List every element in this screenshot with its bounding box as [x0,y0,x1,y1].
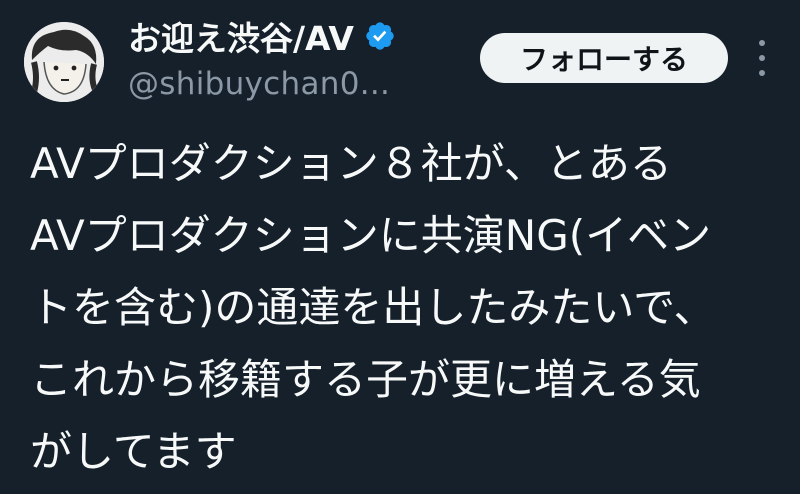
author-handle[interactable]: @shibuychan0... [128,66,390,102]
follow-button[interactable]: フォローする [480,33,728,83]
more-dot [759,70,765,76]
more-vertical-icon[interactable] [752,40,772,76]
tweet-line: AVプロダクション８社が、とある [30,139,672,188]
tweet-line: がしてます [30,427,237,476]
more-dot [759,40,765,46]
avatar[interactable] [24,22,104,102]
avatar-illustration [24,22,104,102]
tweet-line: これから移籍する子が更に増える気 [30,355,701,404]
tweet-line: AVプロダクションに共演NG(イベン [30,211,712,260]
author-name-row: お迎え渋谷/AV [128,12,396,60]
tweet-line: トを含む)の通達を出したみたいで、 [30,283,716,332]
display-name[interactable]: お迎え渋谷/AV [128,12,354,60]
tweet-text: AVプロダクション８社が、とある AVプロダクションに共演NG(イベン トを含む… [30,128,790,488]
verified-badge-icon [366,22,394,50]
more-dot [759,55,765,61]
